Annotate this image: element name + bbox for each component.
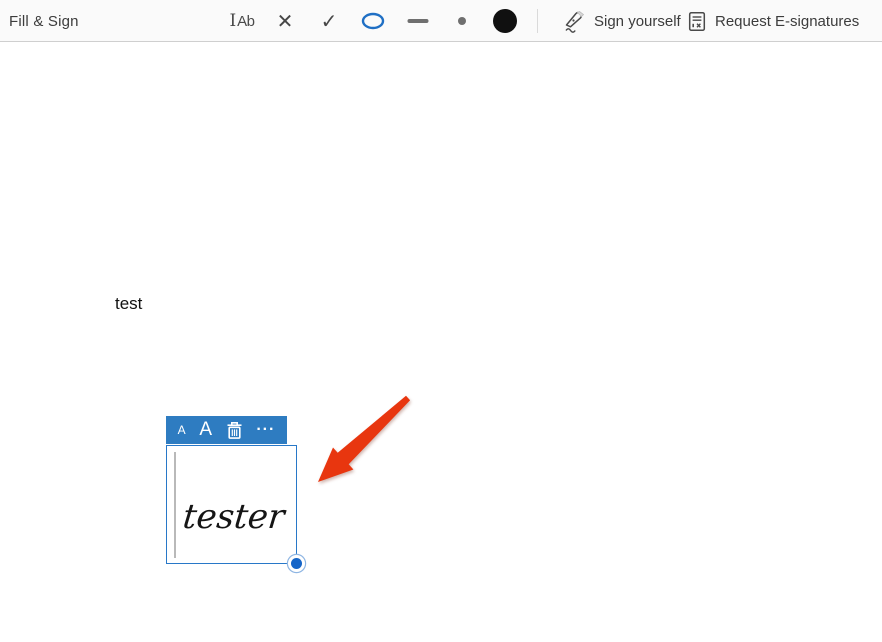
oval-tool[interactable] — [355, 0, 391, 42]
ibeam-cursor-icon: I — [229, 11, 236, 31]
dot-tool[interactable] — [452, 0, 472, 42]
add-text-tool[interactable]: I Ab — [223, 0, 260, 42]
color-swatch-button[interactable] — [487, 0, 523, 42]
trash-icon — [226, 421, 243, 440]
document-canvas[interactable]: test A A ··· tester — [0, 42, 882, 641]
dot-icon — [458, 17, 466, 25]
line-icon — [408, 19, 429, 23]
delete-annotation-button[interactable] — [224, 421, 245, 440]
oval-icon — [361, 12, 385, 30]
toolbar-divider — [537, 9, 538, 33]
more-options-button[interactable]: ··· — [254, 422, 277, 438]
annotation-toolbar: A A ··· — [166, 416, 287, 444]
text-annotation-box[interactable]: tester — [166, 445, 297, 564]
cross-icon: ✕ — [277, 9, 294, 33]
fill-sign-toolbar: Fill & Sign I Ab ✕ ✓ Sign yourself — [0, 0, 882, 42]
sign-yourself-label: Sign yourself — [594, 13, 681, 30]
decrease-font-button[interactable]: A — [176, 423, 188, 437]
typed-text-annotation[interactable]: test — [115, 294, 142, 314]
request-esignatures-button[interactable]: Request E-signatures — [682, 0, 865, 42]
fountain-pen-icon — [562, 10, 586, 33]
cross-tool[interactable]: ✕ — [271, 0, 300, 42]
page-title: Fill & Sign — [9, 0, 79, 42]
check-tool[interactable]: ✓ — [315, 0, 344, 42]
line-tool[interactable] — [402, 0, 435, 42]
text-tool-icon: I Ab — [229, 11, 254, 31]
text-caret — [174, 452, 176, 558]
request-esignatures-label: Request E-signatures — [715, 13, 859, 30]
sign-yourself-button[interactable]: Sign yourself — [556, 0, 687, 42]
annotation-text[interactable]: tester — [181, 497, 286, 537]
black-color-swatch-icon — [493, 9, 517, 33]
resize-handle[interactable] — [291, 558, 302, 569]
red-arrow-annotation — [298, 390, 418, 490]
checkmark-icon: ✓ — [321, 9, 338, 33]
increase-font-button[interactable]: A — [197, 419, 214, 441]
document-signature-icon — [688, 11, 707, 32]
